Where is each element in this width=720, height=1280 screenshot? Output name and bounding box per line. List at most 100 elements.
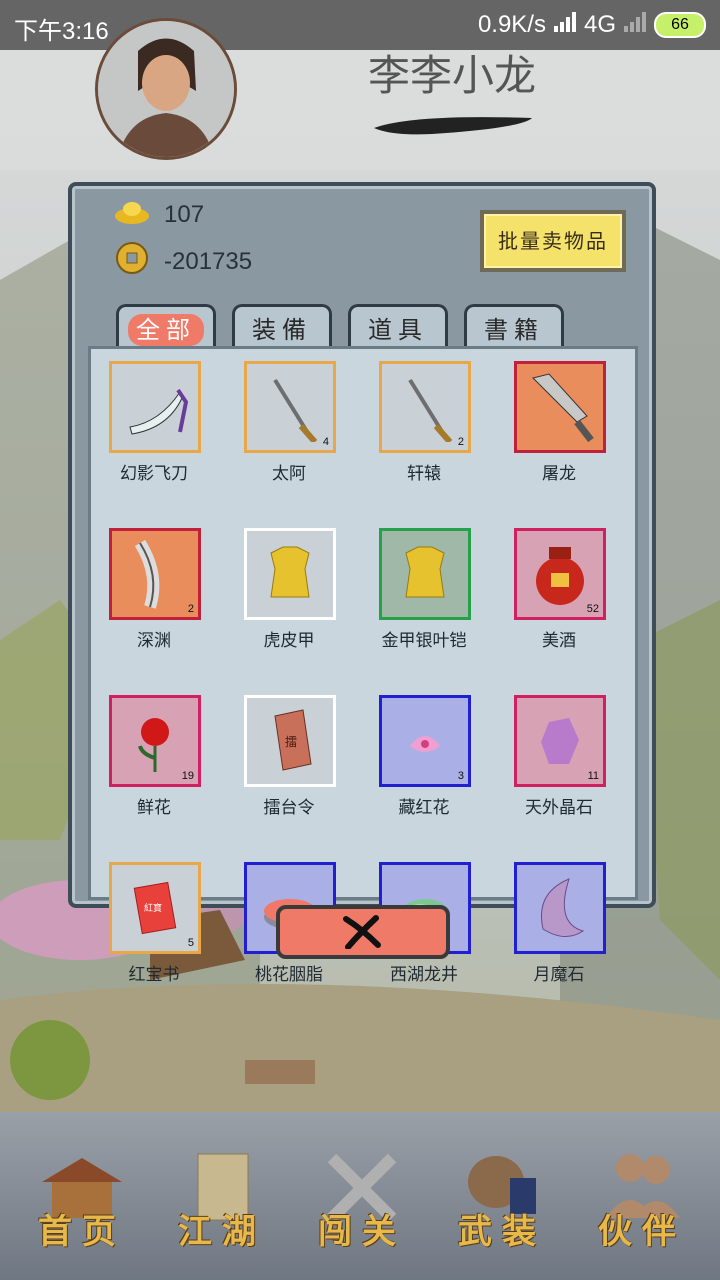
item-name: 月魔石 <box>533 965 585 985</box>
player-avatar[interactable] <box>95 18 237 160</box>
saffron-icon <box>410 736 440 752</box>
item-name: 幻影飞刀 <box>120 464 188 484</box>
svg-text:擂: 擂 <box>285 735 297 749</box>
inventory-item[interactable]: 擂擂台令 <box>244 695 336 818</box>
item-count: 11 <box>587 770 599 782</box>
inventory-tabs: 全部 装備 道具 書籍 <box>116 304 564 349</box>
item-name: 金甲银叶铠 <box>381 631 467 651</box>
item-name: 红宝书 <box>128 965 180 985</box>
inventory-item[interactable]: 3 藏红花 <box>379 695 471 818</box>
sword-icon <box>273 378 318 442</box>
tab-label: 全部 <box>128 314 204 346</box>
item-count: 2 <box>187 603 194 615</box>
armor-icon <box>405 546 445 598</box>
network-speed: 0.9K/s <box>477 11 546 38</box>
coin-amount: -201735 <box>164 247 253 275</box>
item-slot[interactable]: 擂 <box>244 695 336 787</box>
item-name: 擂台令 <box>263 798 315 818</box>
inventory-item[interactable]: 2 深渊 <box>109 528 201 651</box>
status-bar: 下午3:16 0.9K/s 4G 66 <box>0 0 720 50</box>
inventory-item[interactable]: 紅寶 5 红宝书 <box>109 862 201 985</box>
tab-equipment[interactable]: 装備 <box>232 304 332 349</box>
copper-coin-icon <box>114 240 150 283</box>
gold-row: 107 <box>114 198 204 231</box>
sword-icon <box>408 378 453 442</box>
tab-books[interactable]: 書籍 <box>464 304 564 349</box>
item-slot[interactable]: 2 <box>109 528 201 620</box>
item-slot[interactable]: 紅寶 5 <box>109 862 201 954</box>
inventory-item[interactable]: 2 轩辕 <box>379 361 471 484</box>
gold-ingot-icon <box>114 198 150 231</box>
token-icon: 擂 <box>274 709 312 771</box>
item-slot[interactable]: 2 <box>379 361 471 453</box>
wine-jar-icon <box>536 547 584 605</box>
item-count: 52 <box>586 603 599 615</box>
nav-label: 武装 <box>458 1212 546 1252</box>
tab-all[interactable]: 全部 <box>116 304 216 349</box>
item-name: 天外晶石 <box>525 798 593 818</box>
status-time: 下午3:16 <box>14 18 109 45</box>
crystal-icon <box>541 718 579 764</box>
item-slot[interactable]: 19 <box>109 695 201 787</box>
red-book-icon: 紅寶 <box>133 881 177 935</box>
svg-text:紅寶: 紅寶 <box>144 902 162 914</box>
nav-armament[interactable]: 武装 <box>442 1148 562 1258</box>
close-button[interactable] <box>276 905 450 959</box>
signal-weak-icon <box>622 11 648 39</box>
battery-icon: 66 <box>654 12 706 38</box>
inventory-item[interactable]: 11 天外晶石 <box>514 695 606 818</box>
inventory-item[interactable]: 19 鲜花 <box>109 695 201 818</box>
inventory-item[interactable]: 虎皮甲 <box>244 528 336 651</box>
item-grid: 幻影飞刀 4 太阿 2 轩辕 屠龙 2 深渊 虎皮甲 金甲银叶铠 52 美酒 19 鲜花 擂擂台令 3 藏红花 1… <box>109 361 606 985</box>
bottom-nav: 首页 江湖 闯关 武装 伙伴 <box>0 1112 720 1280</box>
item-name: 美酒 <box>542 631 576 651</box>
coin-row: -201735 <box>114 240 252 283</box>
nav-partners[interactable]: 伙伴 <box>582 1148 702 1258</box>
gold-amount: 107 <box>164 200 205 228</box>
item-count: 19 <box>181 770 194 782</box>
item-name: 太阿 <box>272 464 306 484</box>
flower-icon <box>138 718 169 772</box>
nav-challenge[interactable]: 闯关 <box>302 1148 422 1258</box>
item-name: 鲜花 <box>137 798 171 818</box>
item-count: 2 <box>457 436 464 448</box>
network-type: 4G <box>583 11 616 38</box>
moon-stone-icon <box>541 878 585 937</box>
nav-label: 闯关 <box>318 1212 406 1252</box>
character-portrait-icon <box>98 21 234 157</box>
item-slot[interactable]: 3 <box>379 695 471 787</box>
broadsword-icon <box>532 373 594 442</box>
inventory-item[interactable]: 52 美酒 <box>514 528 606 651</box>
item-slot[interactable] <box>514 862 606 954</box>
bulk-sell-button[interactable]: 批量卖物品 <box>480 210 626 272</box>
close-icon <box>343 915 381 949</box>
item-slot[interactable] <box>379 528 471 620</box>
flying-knife-icon <box>129 388 189 435</box>
item-slot[interactable]: 11 <box>514 695 606 787</box>
item-count: 3 <box>457 770 464 782</box>
inventory-item[interactable]: 月魔石 <box>514 862 606 985</box>
inventory-item[interactable]: 屠龙 <box>514 361 606 484</box>
item-slot[interactable] <box>514 361 606 453</box>
item-name: 藏红花 <box>398 798 450 818</box>
inventory-item[interactable]: 4 太阿 <box>244 361 336 484</box>
nav-label: 伙伴 <box>598 1212 686 1252</box>
signal-icon <box>552 11 578 39</box>
item-grid-container: 幻影飞刀 4 太阿 2 轩辕 屠龙 2 深渊 虎皮甲 金甲银叶铠 52 美酒 19 鲜花 擂擂台令 3 藏红花 1… <box>88 346 638 985</box>
inventory-item[interactable]: 幻影飞刀 <box>109 361 201 484</box>
item-slot[interactable] <box>109 361 201 453</box>
inventory-item[interactable]: 金甲银叶铠 <box>379 528 471 651</box>
item-count: 5 <box>187 937 194 949</box>
item-name: 深渊 <box>137 631 171 651</box>
item-name: 西湖龙井 <box>390 965 458 985</box>
saber-icon <box>134 539 160 609</box>
item-name: 屠龙 <box>542 464 576 484</box>
nav-label: 江湖 <box>178 1212 266 1252</box>
item-slot[interactable] <box>244 528 336 620</box>
item-slot[interactable]: 4 <box>244 361 336 453</box>
tab-props[interactable]: 道具 <box>348 304 448 349</box>
nav-jianghu[interactable]: 江湖 <box>162 1148 282 1258</box>
inventory-panel: 107 -201735 批量卖物品 全部 装備 道具 書籍 幻影飞刀 4 太阿 2 轩辕… <box>68 182 656 985</box>
nav-home[interactable]: 首页 <box>22 1148 142 1258</box>
item-slot[interactable]: 52 <box>514 528 606 620</box>
